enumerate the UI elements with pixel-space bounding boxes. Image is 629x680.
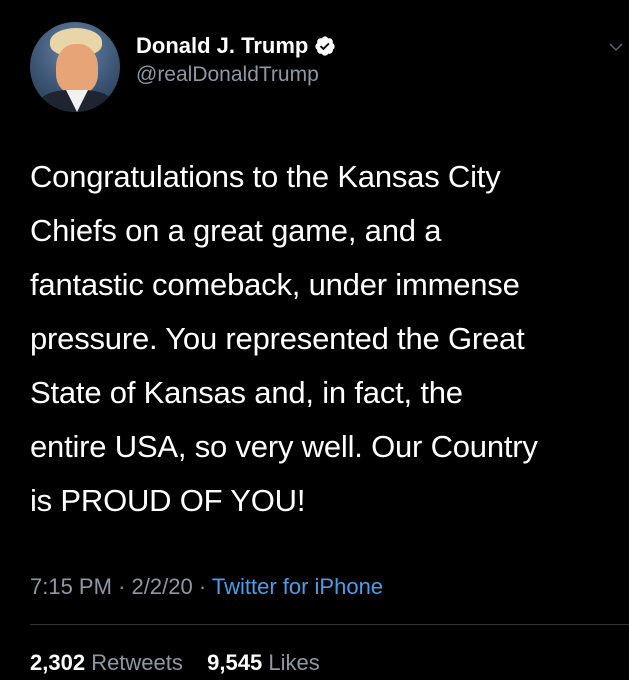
tweet-time[interactable]: 7:15 PM	[30, 574, 112, 599]
author-name-row: Donald J. Trump	[136, 33, 336, 59]
author-info[interactable]: Donald J. Trump @realDonaldTrump	[136, 33, 336, 87]
tweet-date[interactable]: 2/2/20	[132, 574, 193, 599]
avatar-face	[56, 44, 98, 94]
tweet-source-link[interactable]: Twitter for iPhone	[212, 574, 383, 599]
meta-separator: ·	[198, 574, 207, 599]
tweet-stats: 2,302 Retweets 9,545 Likes	[30, 650, 320, 676]
meta-separator: ·	[118, 574, 126, 599]
likes-label: Likes	[268, 650, 320, 675]
tweet-card: Donald J. Trump @realDonaldTrump Congrat…	[0, 0, 629, 680]
author-display-name[interactable]: Donald J. Trump	[136, 33, 308, 59]
tweet-meta: 7:15 PM · 2/2/20 · Twitter for iPhone	[30, 574, 383, 600]
likes-count: 9,545	[207, 650, 263, 675]
verified-badge-icon	[315, 36, 335, 56]
divider	[30, 624, 629, 625]
retweets-label: Retweets	[91, 650, 183, 675]
author-handle[interactable]: @realDonaldTrump	[136, 63, 336, 87]
retweets-count: 2,302	[30, 650, 86, 675]
chevron-down-icon[interactable]	[607, 38, 625, 56]
avatar[interactable]	[30, 22, 120, 112]
tweet-text: Congratulations to the Kansas City Chief…	[30, 159, 538, 518]
retweets-stat[interactable]: 2,302 Retweets	[30, 650, 189, 675]
likes-stat[interactable]: 9,545 Likes	[207, 650, 320, 675]
